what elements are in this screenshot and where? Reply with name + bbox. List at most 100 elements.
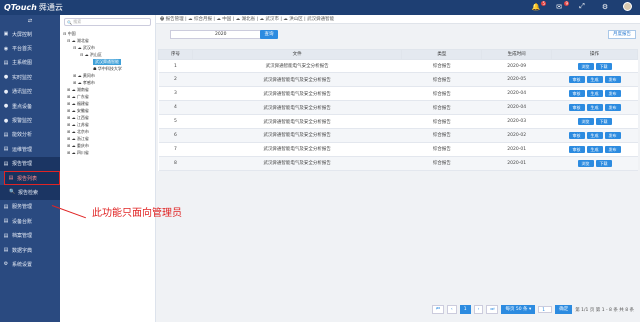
nav-label: 报告管理 [12, 161, 33, 168]
sidebar-item-comm[interactable]: ● 通讯监控 [0, 85, 60, 99]
action-button[interactable]: 下载 [595, 118, 612, 126]
sidebar-item-files[interactable]: ▤ 档案管理 [0, 228, 60, 242]
action-button[interactable]: 发布 [604, 76, 621, 84]
prev-page-button[interactable]: ‹ [446, 305, 457, 314]
page-size-select[interactable]: 每页 50 条 ▾ [501, 305, 536, 314]
tree-node[interactable]: ⊞ ☁ 广东省 [67, 94, 89, 100]
tree-node[interactable]: ⊞ ☁ 浙江省 [67, 136, 89, 142]
cell-ops: 浏览 下载 [551, 156, 638, 171]
sidebar-item-report-list[interactable]: ▤ 报告列表 [4, 170, 60, 186]
tree-node[interactable]: ⊞ ☁ 江苏省 [67, 122, 89, 128]
tree-search-input[interactable]: 🔍 搜索 [64, 18, 151, 26]
sidebar-item-report-search[interactable]: 🔍 报告检索 [0, 185, 60, 200]
tree-node[interactable]: ⊞ ☁ 北京市 [67, 129, 89, 135]
action-button[interactable]: 生成 [586, 76, 603, 84]
last-page-button[interactable]: ⏭ [486, 305, 499, 314]
top-bar-icons: 🔔 5 ✉ 9 ⤢ ⚙ [531, 0, 632, 11]
action-button[interactable]: 下载 [595, 62, 612, 70]
sidebar-item-energy[interactable]: ▤ 能效分析 [0, 128, 60, 142]
tree-node[interactable]: ⊞ ☁ 福建省 [67, 101, 89, 107]
tree-node[interactable]: ⊟ ☁ 洪山区 [80, 52, 102, 58]
sidebar-item-ops[interactable]: ▤ 运维管理 [0, 142, 60, 156]
action-button[interactable]: 发布 [604, 131, 621, 139]
sidebar-item-device[interactable]: ● 重点设备 [0, 99, 60, 113]
tree-node[interactable]: ⊞ ☁ 四川省 [67, 150, 89, 156]
nav-label: 报告列表 [17, 175, 38, 182]
tree-node[interactable]: ☗ 华中科技大学 [93, 66, 122, 72]
query-button[interactable]: 查询 [260, 30, 278, 39]
table-row: 8 武汉舜通智能电气及安全分析报告 综合报告 2020-01 浏览 下载 [158, 156, 638, 171]
action-button[interactable]: 生成 [586, 131, 603, 139]
nav-label: 设备台账 [12, 218, 33, 225]
first-page-button[interactable]: ⏮ [431, 305, 444, 314]
year-filter-input[interactable]: 2020 [170, 30, 274, 39]
notification-badge: 9 [564, 0, 569, 6]
page-summary: 第 1/1 页 第 1 - 8 条 共 8 条 [575, 307, 634, 313]
tree-node[interactable]: ⊞ ☁ 安徽省 [67, 108, 89, 114]
row-actions: 审核 生成 发布 [552, 104, 638, 112]
nav-icon: ▤ [3, 59, 9, 66]
next-page-button[interactable]: › [473, 305, 484, 314]
cell-ops: 审核 生成 发布 [551, 100, 638, 116]
cell-ops: 审核 生成 发布 [551, 142, 638, 157]
mail-icon[interactable]: ✉ 9 [554, 0, 569, 11]
tree-node[interactable]: 武汉舜通智能 [93, 59, 121, 65]
cell-file: 武汉舜通智能电气及安全分析报告 [192, 100, 402, 116]
report-table: 序号 文件 类型 生成时间 操作 1 武汉舜通智能电气安全分析报告 综合报告 2020-09 浏… [158, 49, 638, 171]
tree-node[interactable]: ⊞ ☁ 江西省 [67, 115, 89, 121]
action-button[interactable]: 生成 [586, 145, 603, 153]
action-button[interactable]: 浏览 [577, 118, 594, 126]
bell-icon[interactable]: 🔔 5 [531, 0, 546, 11]
tree-node[interactable]: ⊞ ☁ 孝感市 [73, 80, 95, 86]
action-button[interactable]: 浏览 [577, 159, 594, 167]
action-button[interactable]: 审核 [568, 90, 585, 98]
nav-icon: ▤ [3, 131, 9, 138]
sidebar-item-alarm[interactable]: ● 报警监控 [0, 113, 60, 127]
action-button[interactable]: 审核 [568, 104, 585, 112]
tree-node[interactable]: ⊟ ☁ 武汉市 [73, 45, 95, 51]
cell-ops: 审核 生成 发布 [551, 128, 638, 143]
tree-node[interactable]: ⊞ ☁ 黄冈市 [73, 73, 95, 79]
column-header: 文件 [191, 49, 403, 60]
action-button[interactable]: 下载 [595, 159, 612, 167]
sidebar-item-dict[interactable]: ▤ 数据字典 [0, 243, 60, 257]
action-button[interactable]: 发布 [604, 145, 621, 153]
sidebar-item-service[interactable]: ▤ 服务管理 [0, 200, 60, 214]
avatar[interactable] [623, 2, 632, 11]
nav-label: 档案管理 [12, 233, 33, 240]
action-button[interactable]: 浏览 [577, 62, 594, 70]
sidebar-item-dashboard[interactable]: ▣ 大屏控制 [0, 27, 60, 41]
action-button[interactable]: 发布 [604, 90, 621, 98]
action-button[interactable]: 审核 [568, 76, 585, 84]
nav-label: 平台首页 [12, 46, 33, 53]
tree-node[interactable]: ⊞ ☁ 重庆市 [67, 143, 89, 149]
tree-node[interactable]: ⊟ ☁ 湖北省 [67, 38, 89, 44]
settings-icon[interactable]: ⚙ [600, 3, 610, 11]
collapse-icon[interactable]: ⇄ [0, 15, 60, 27]
nav-label: 报警监控 [12, 118, 33, 125]
nav-icon: ◉ [3, 45, 9, 52]
tree-node[interactable]: ⊞ ☁ 湖南省 [67, 87, 89, 93]
action-button[interactable]: 审核 [568, 131, 585, 139]
action-button[interactable]: 发布 [604, 104, 621, 112]
action-button[interactable]: 生成 [586, 90, 603, 98]
sidebar-item-platform-home[interactable]: ◉ 平台首页 [0, 41, 60, 55]
tree-node[interactable]: ⊟ 中国 [63, 31, 76, 37]
sidebar-item-report-mgmt[interactable]: ▤ 报告管理 [0, 156, 60, 171]
sidebar-item-device-profile[interactable]: ▤ 设备台账 [0, 214, 60, 228]
fullscreen-icon[interactable]: ⤢ [577, 2, 587, 11]
column-header: 序号 [158, 49, 193, 60]
action-button[interactable]: 生成 [586, 104, 603, 112]
page-number-current[interactable]: 1 [459, 305, 471, 314]
table-row: 3 武汉舜通智能电气及安全分析报告 综合报告 2020-04 审核 生成 发布 [158, 86, 638, 102]
sidebar-item-realtime[interactable]: ● 实时监控 [0, 70, 60, 84]
action-button[interactable]: 审核 [568, 145, 585, 153]
sidebar-item-system[interactable]: ⚙ 系统设置 [0, 257, 60, 271]
jump-confirm-button[interactable]: 确定 [555, 305, 573, 314]
sidebar-item-topology[interactable]: ▤ 主系统图 [0, 56, 60, 70]
page-jump-input[interactable]: 1 [538, 306, 553, 313]
sidebar: ⇄ ▣ 大屏控制 ◉ 平台首页 ▤ 主系统图 ● 实时监控 ● 通讯监控 ● 重点设备 ● 报警监控 ▤ 能效… [0, 15, 60, 322]
cell-no: 8 [158, 156, 193, 171]
monthly-report-button[interactable]: 月度报告 [608, 30, 636, 39]
nav-icon: ▤ [3, 146, 9, 153]
